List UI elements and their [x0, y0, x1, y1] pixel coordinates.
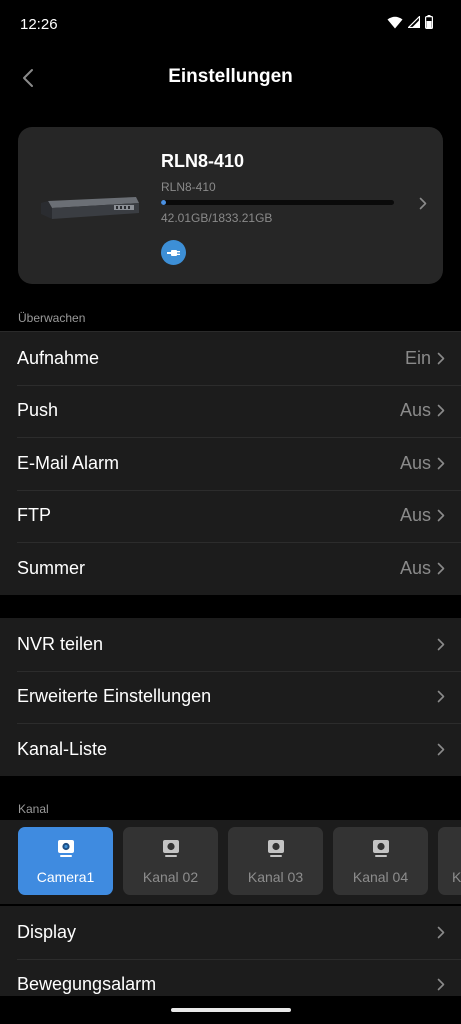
- chevron-right-icon: [437, 638, 445, 651]
- setting-value: Aus: [399, 400, 431, 421]
- device-model: RLN8-410: [161, 180, 216, 194]
- chevron-right-icon: [437, 690, 445, 703]
- gesture-navigation-bar[interactable]: [171, 1008, 291, 1012]
- setting-row-display[interactable]: Display: [0, 906, 461, 959]
- setting-value: Aus: [399, 557, 431, 578]
- wifi-icon: [387, 16, 403, 28]
- camera-icon: [267, 840, 284, 857]
- setting-label: Bewegungsalarm: [17, 974, 157, 995]
- setting-row-recording[interactable]: Aufnahme Ein: [0, 332, 461, 385]
- connection-badge: [161, 240, 186, 265]
- setting-label: NVR teilen: [17, 633, 104, 654]
- setting-row-email-alarm[interactable]: E-Mail Alarm Aus: [0, 437, 461, 490]
- monitoring-settings-group: Aufnahme Ein Push Aus E-Mail Alarm Aus F…: [0, 332, 461, 595]
- chevron-right-icon: [437, 352, 445, 365]
- section-header-monitoring: Überwachen: [18, 311, 86, 325]
- channel-selector: Camera1 Kanal 02 Kanal 03 Kanal 04 K: [0, 820, 461, 904]
- setting-value: Ein: [404, 347, 431, 368]
- status-icons: [387, 15, 433, 29]
- camera-icon: [372, 840, 389, 857]
- chevron-right-icon: [437, 457, 445, 470]
- channel-tile-camera1[interactable]: Camera1: [18, 827, 113, 895]
- chevron-right-icon: [437, 978, 445, 991]
- navigation-bar: Einstellungen: [0, 52, 461, 104]
- device-card[interactable]: RLN8-410 RLN8-410 42.01GB/1833.21GB: [18, 127, 443, 284]
- setting-row-advanced-settings[interactable]: Erweiterte Einstellungen: [0, 670, 461, 724]
- setting-label: Push: [17, 400, 59, 421]
- channel-tile-04[interactable]: Kanal 04: [333, 827, 428, 895]
- storage-usage-text: 42.01GB/1833.21GB: [161, 211, 273, 225]
- channel-label: Kanal 04: [352, 869, 409, 885]
- channel-label: Kanal 02: [142, 869, 199, 885]
- setting-label: Display: [17, 921, 77, 942]
- chevron-right-icon: [437, 509, 445, 522]
- setting-label: Kanal-Liste: [17, 738, 108, 759]
- setting-row-buzzer[interactable]: Summer Aus: [0, 542, 461, 595]
- setting-label: FTP: [17, 505, 51, 526]
- setting-label: Erweiterte Einstellungen: [17, 686, 212, 707]
- plug-icon: [166, 249, 180, 256]
- channel-label: Camera1: [36, 869, 95, 885]
- chevron-right-icon: [437, 404, 445, 417]
- channel-label: K: [452, 869, 461, 885]
- setting-row-share-nvr[interactable]: NVR teilen: [0, 618, 461, 671]
- camera-icon: [162, 840, 179, 857]
- storage-progress-bar: [161, 200, 394, 205]
- channel-tile-partial[interactable]: K: [438, 827, 461, 895]
- setting-row-push[interactable]: Push Aus: [0, 384, 461, 438]
- nvr-device-image: [41, 197, 139, 219]
- device-name: RLN8-410: [161, 151, 245, 171]
- setting-value: Aus: [399, 505, 431, 526]
- chevron-right-icon: [437, 743, 445, 756]
- setting-row-ftp[interactable]: FTP Aus: [0, 489, 461, 543]
- channel-label: Kanal 03: [247, 869, 304, 885]
- setting-value: Aus: [399, 452, 431, 473]
- setting-label: E-Mail Alarm: [17, 452, 120, 473]
- section-header-channel: Kanal: [18, 802, 49, 816]
- page-title: Einstellungen: [168, 66, 293, 87]
- storage-progress-fill: [161, 200, 167, 205]
- camera-icon: [57, 840, 74, 857]
- chevron-right-icon: [437, 562, 445, 575]
- battery-icon: [425, 15, 433, 29]
- setting-label: Summer: [17, 557, 86, 578]
- general-settings-group: NVR teilen Erweiterte Einstellungen Kana…: [0, 618, 461, 776]
- channel-tile-03[interactable]: Kanal 03: [228, 827, 323, 895]
- channel-tile-02[interactable]: Kanal 02: [123, 827, 218, 895]
- status-bar: 12:26: [0, 0, 461, 52]
- status-time: 12:26: [20, 16, 58, 33]
- cellular-signal-icon: [408, 16, 420, 28]
- chevron-right-icon: [437, 926, 445, 939]
- chevron-right-icon: [419, 197, 427, 215]
- setting-label: Aufnahme: [17, 347, 100, 368]
- setting-row-channel-list[interactable]: Kanal-Liste: [0, 723, 461, 776]
